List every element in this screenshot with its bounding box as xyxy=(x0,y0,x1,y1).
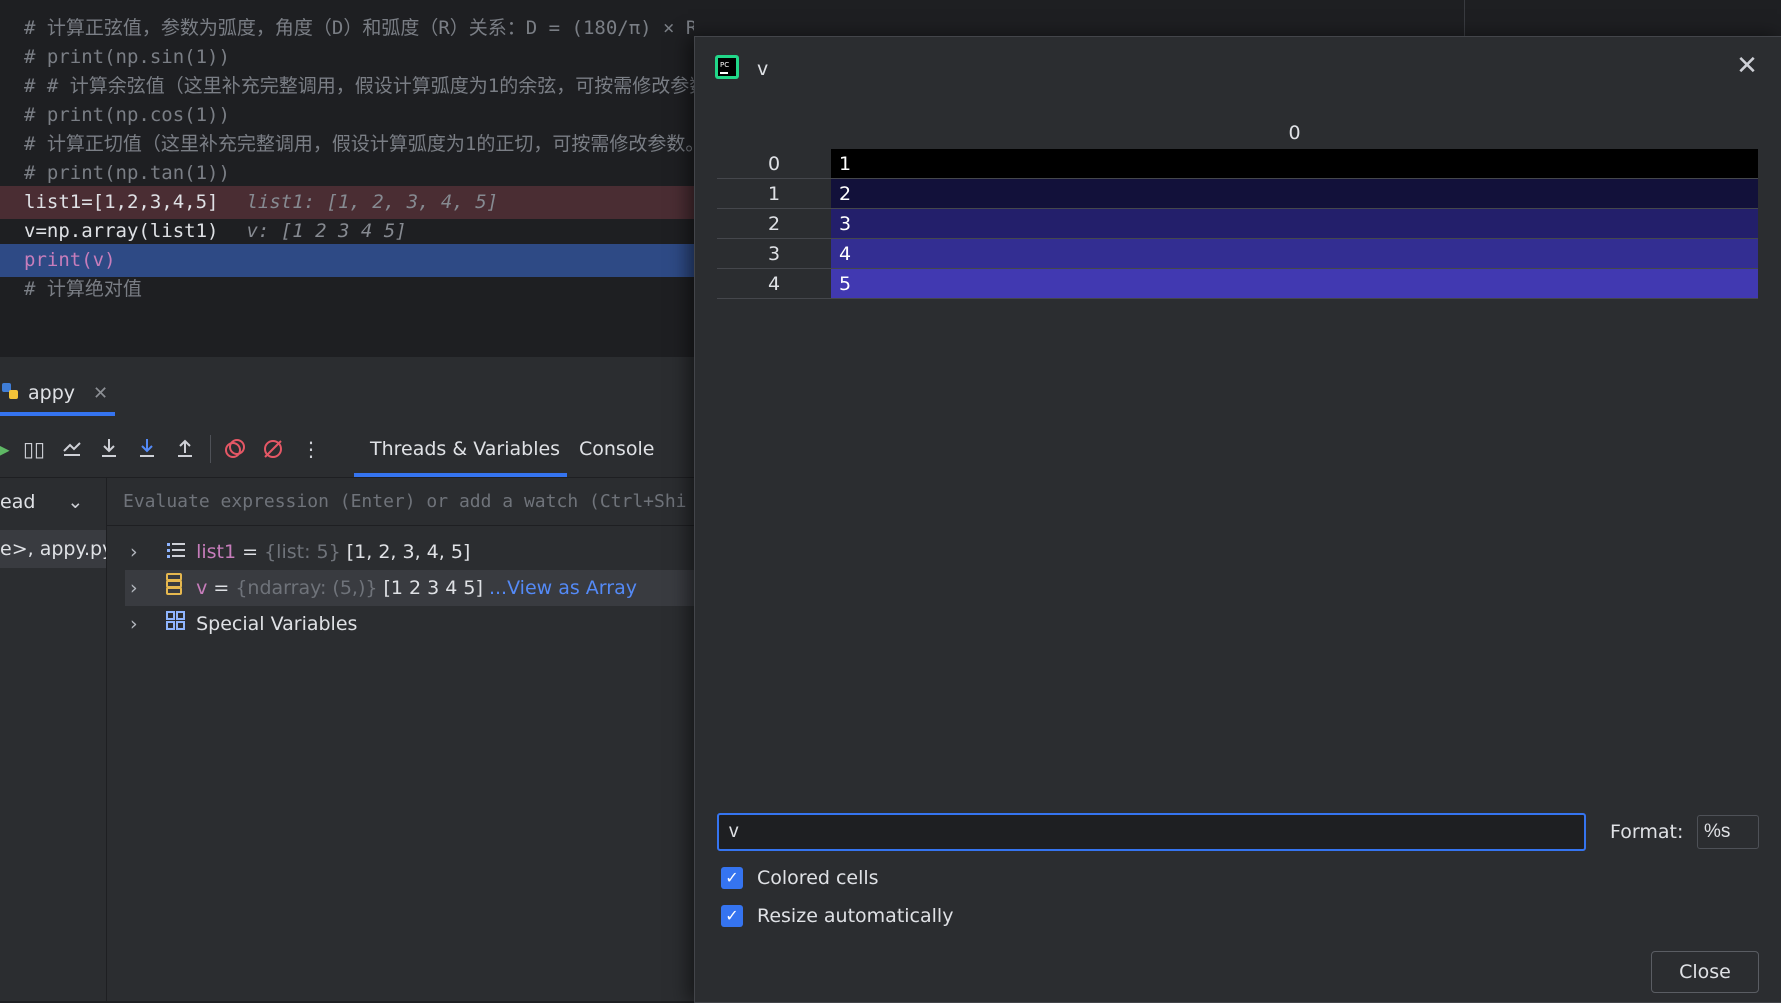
close-button[interactable]: Close xyxy=(1651,951,1759,993)
code-line[interactable]: # 计算绝对值 xyxy=(0,273,694,306)
tab-active-indicator xyxy=(354,473,567,477)
mute-breakpoints-icon[interactable] xyxy=(261,437,285,461)
tab-threads-variables[interactable]: Threads & Variables xyxy=(370,421,560,477)
row-index: 2 xyxy=(767,213,781,235)
view-breakpoints-icon[interactable] xyxy=(223,437,247,461)
variable-label: Special Variables xyxy=(196,613,358,635)
svg-text:PC: PC xyxy=(720,61,729,69)
chevron-right-icon[interactable]: › xyxy=(130,570,150,606)
row-divider xyxy=(717,298,1758,299)
colored-cells-checkbox-row[interactable]: ✓ Colored cells xyxy=(721,863,879,893)
debug-tool-window: appy ✕ ▶ ▯▯ ⋮ Threads & Variables Consol… xyxy=(0,357,694,1001)
row-index: 1 xyxy=(767,183,781,205)
grid-icon xyxy=(166,607,190,643)
step-over-icon[interactable] xyxy=(60,437,84,461)
variable-separator: = xyxy=(207,577,236,599)
variable-value: [1 2 3 4 5] xyxy=(377,577,483,599)
step-into-icon[interactable] xyxy=(97,437,121,461)
pause-icon[interactable]: ▯▯ xyxy=(22,437,46,461)
variable-type: {list: 5} xyxy=(264,541,341,563)
format-input[interactable] xyxy=(1697,815,1759,849)
view-as-array-link[interactable]: ...View as Array xyxy=(483,577,637,599)
chevron-right-icon[interactable]: › xyxy=(130,534,150,570)
variable-row-special[interactable]: › Special Variables xyxy=(125,606,694,642)
row-index: 4 xyxy=(767,273,781,295)
array-row[interactable]: 1 2 xyxy=(717,179,1758,209)
dialog-title-bar: PC v xyxy=(715,49,768,89)
variable-row-v[interactable]: › v = {ndarray: (5,)} [1 2 3 4 5] ...Vie… xyxy=(125,570,694,606)
format-label: Format: xyxy=(1610,821,1684,843)
python-icon xyxy=(0,381,20,405)
toolbar-separator xyxy=(210,435,211,463)
resume-icon[interactable]: ▶ xyxy=(0,437,14,461)
array-row[interactable]: 3 4 xyxy=(717,239,1758,269)
debug-toolbar: ▶ ▯▯ ⋮ Threads & Variables Console xyxy=(0,421,694,478)
close-icon[interactable]: ✕ xyxy=(1732,51,1762,81)
variable-name: v xyxy=(196,577,208,599)
column-header[interactable]: 0 xyxy=(831,117,1758,149)
stack-frame-item[interactable]: e>, appy.py: xyxy=(0,530,106,568)
array-cell[interactable]: 5 xyxy=(831,269,1758,298)
array-row[interactable]: 2 3 xyxy=(717,209,1758,239)
view-as-array-dialog: PC v ✕ 0 0 1 1 2 2 3 3 4 4 5 Format: ✓ C… xyxy=(694,36,1781,1003)
thread-selector-value: ead xyxy=(0,491,36,513)
row-index: 3 xyxy=(767,243,781,265)
array-row[interactable]: 4 5 xyxy=(717,269,1758,299)
tab-appy[interactable]: appy ✕ xyxy=(0,373,108,413)
dialog-title: v xyxy=(757,58,769,80)
array-cell[interactable]: 2 xyxy=(831,179,1758,208)
array-row[interactable]: 0 1 xyxy=(717,149,1758,179)
thread-selector[interactable]: ead ⌄ xyxy=(0,478,106,526)
pycharm-logo-icon: PC xyxy=(715,54,739,84)
tab-console[interactable]: Console xyxy=(579,421,654,477)
editor-right-gutter xyxy=(1464,0,1781,40)
evaluate-expression-input[interactable]: Evaluate expression (Enter) or add a wat… xyxy=(107,478,694,526)
array-cell[interactable]: 4 xyxy=(831,239,1758,268)
list-icon xyxy=(166,535,190,571)
variable-name: list1 xyxy=(196,541,237,563)
colored-cells-label: Colored cells xyxy=(757,867,879,889)
variable-row-list1[interactable]: › list1 = {list: 5} [1, 2, 3, 4, 5] xyxy=(125,534,694,570)
checkbox-checked-icon[interactable]: ✓ xyxy=(721,905,743,927)
frames-panel: ead ⌄ e>, appy.py: xyxy=(0,478,107,1001)
code-editor[interactable]: # 计算正弦值，参数为弧度，角度（D）和弧度（R）关系：D = (180/π) … xyxy=(0,0,694,357)
resize-automatically-checkbox-row[interactable]: ✓ Resize automatically xyxy=(721,901,953,931)
variable-type: {ndarray: (5,)} xyxy=(235,577,378,599)
close-icon[interactable]: ✕ xyxy=(93,383,108,404)
more-options-icon[interactable]: ⋮ xyxy=(299,437,323,461)
inline-value-hint: list1: [1, 2, 3, 4, 5] xyxy=(246,191,499,213)
inline-value-hint: v: [1 2 3 4 5] xyxy=(246,220,407,242)
resize-automatically-label: Resize automatically xyxy=(757,905,954,927)
variable-value: [1, 2, 3, 4, 5] xyxy=(340,541,471,563)
array-cell[interactable]: 1 xyxy=(831,149,1758,178)
variable-separator: = xyxy=(236,541,265,563)
tab-active-indicator xyxy=(0,412,115,416)
array-icon xyxy=(166,571,190,607)
code-text: list1=[1,2,3,4,5] xyxy=(24,191,219,213)
array-expression-input[interactable] xyxy=(717,813,1586,851)
chevron-right-icon[interactable]: › xyxy=(130,606,150,642)
tab-label: appy xyxy=(28,382,76,404)
code-text: v=np.array(list1) xyxy=(24,220,219,242)
array-cell[interactable]: 3 xyxy=(831,209,1758,238)
step-out-icon[interactable] xyxy=(173,437,197,461)
step-into-my-code-icon[interactable] xyxy=(135,437,159,461)
row-index: 0 xyxy=(767,153,781,175)
checkbox-checked-icon[interactable]: ✓ xyxy=(721,867,743,889)
debug-tab-bar: appy ✕ xyxy=(0,357,694,421)
chevron-down-icon: ⌄ xyxy=(67,491,84,513)
